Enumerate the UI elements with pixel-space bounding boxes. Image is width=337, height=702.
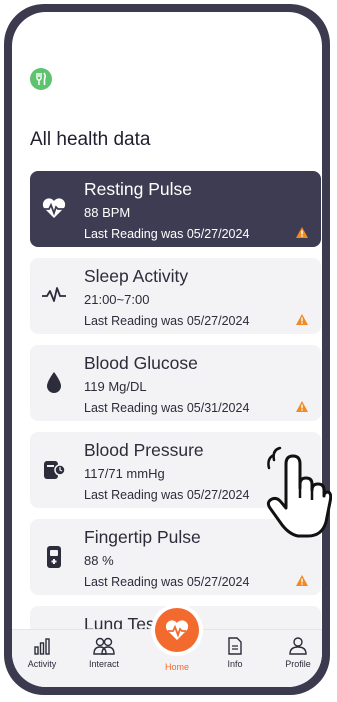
nav-home-button[interactable]: [155, 608, 199, 652]
nav-label: Profile: [285, 659, 311, 669]
person-icon: [289, 637, 307, 655]
card-last-reading: Last Reading was 05/27/2024: [84, 227, 250, 241]
warning-icon: [296, 314, 308, 325]
card-value: 117/71 mmHg: [84, 466, 165, 481]
card-last-reading: Last Reading was 05/31/2024: [84, 401, 250, 415]
card-title: Blood Pressure: [84, 440, 204, 460]
pulse-oximeter-icon: [47, 546, 61, 568]
warning-icon: [296, 401, 308, 412]
nav-label: Interact: [88, 659, 119, 669]
phone-frame: All health data Resting Pulse 88 BPM Las…: [4, 4, 330, 695]
heart-pulse-icon: [42, 198, 66, 218]
card-value: 119 Mg/DL: [84, 379, 147, 394]
page-title: All health data: [30, 129, 151, 150]
card-last-reading: Last Reading was 05/27/2024: [84, 314, 250, 328]
bar-chart-icon: [34, 638, 50, 655]
health-card-blood-glucose[interactable]: Blood Glucose 119 Mg/DL Last Reading was…: [30, 345, 321, 421]
nav-label-home: Home: [164, 662, 189, 672]
health-card-resting-pulse[interactable]: Resting Pulse 88 BPM Last Reading was 05…: [30, 171, 321, 247]
heart-pulse-icon: [165, 620, 189, 640]
app-screen: All health data Resting Pulse 88 BPM Las…: [12, 12, 322, 687]
card-value: 21:00~7:00: [84, 292, 150, 307]
nav-info[interactable]: Info: [208, 636, 262, 669]
card-value: 88 BPM: [84, 205, 131, 220]
card-value: 88 %: [84, 553, 114, 568]
card-last-reading: Last Reading was 05/27/2024: [84, 488, 250, 502]
app-logo-icon: [30, 68, 52, 90]
nav-activity[interactable]: Activity: [15, 636, 69, 669]
health-card-sleep-activity[interactable]: Sleep Activity 21:00~7:00 Last Reading w…: [30, 258, 321, 334]
card-title: Resting Pulse: [84, 179, 192, 199]
card-last-reading: Last Reading was 05/27/2024: [84, 575, 250, 589]
users-icon: [93, 637, 115, 655]
warning-icon: [296, 227, 308, 238]
card-title: Fingertip Pulse: [84, 527, 201, 547]
nav-interact[interactable]: Interact: [77, 636, 131, 669]
blood-drop-icon: [47, 372, 61, 393]
activity-wave-icon: [42, 287, 66, 302]
document-icon: [228, 637, 242, 655]
pointing-hand-icon: [266, 446, 332, 538]
blood-pressure-monitor-icon: [44, 461, 66, 479]
nav-label: Info: [227, 659, 243, 669]
nav-profile[interactable]: Profile: [271, 636, 322, 669]
card-title: Sleep Activity: [84, 266, 189, 286]
nav-label: Activity: [27, 659, 57, 669]
card-title: Blood Glucose: [84, 353, 198, 373]
warning-icon: [296, 575, 308, 586]
